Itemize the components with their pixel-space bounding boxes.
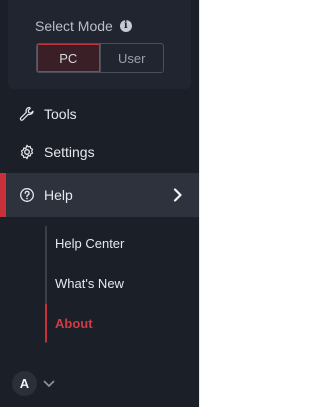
question-circle-icon bbox=[19, 187, 35, 203]
gear-icon bbox=[19, 144, 35, 160]
nav-item-settings[interactable]: Settings bbox=[0, 133, 199, 171]
chevron-right-icon bbox=[173, 188, 183, 205]
content-divider bbox=[199, 0, 200, 407]
account-menu[interactable]: A bbox=[12, 371, 55, 396]
help-submenu: Help Center What's New About bbox=[45, 226, 201, 343]
nav-item-tools[interactable]: Tools bbox=[0, 95, 199, 133]
mode-title-label: Select Mode bbox=[35, 18, 113, 34]
nav-label-tools: Tools bbox=[44, 106, 77, 122]
mode-user-button[interactable]: User bbox=[99, 44, 164, 72]
avatar[interactable]: A bbox=[12, 371, 37, 396]
nav-item-help[interactable]: Help bbox=[0, 173, 199, 217]
active-indicator bbox=[0, 173, 6, 217]
submenu-item-whats-new[interactable]: What's New bbox=[55, 276, 124, 291]
mode-toggle: PC User bbox=[36, 43, 164, 73]
mode-panel: Select Mode i PC User bbox=[8, 0, 191, 89]
wrench-icon bbox=[19, 106, 35, 122]
submenu-item-about[interactable]: About bbox=[55, 316, 93, 331]
chevron-down-icon[interactable] bbox=[43, 375, 55, 393]
submenu-item-help-center[interactable]: Help Center bbox=[55, 236, 124, 251]
submenu-active-indicator bbox=[45, 304, 47, 342]
nav-label-help: Help bbox=[44, 187, 73, 203]
mode-title: Select Mode i bbox=[35, 18, 132, 34]
info-icon[interactable]: i bbox=[119, 20, 132, 32]
sidebar: Select Mode i PC User Tools Settings Hel… bbox=[0, 0, 199, 407]
nav-label-settings: Settings bbox=[44, 144, 95, 160]
mode-pc-button[interactable]: PC bbox=[37, 44, 100, 72]
